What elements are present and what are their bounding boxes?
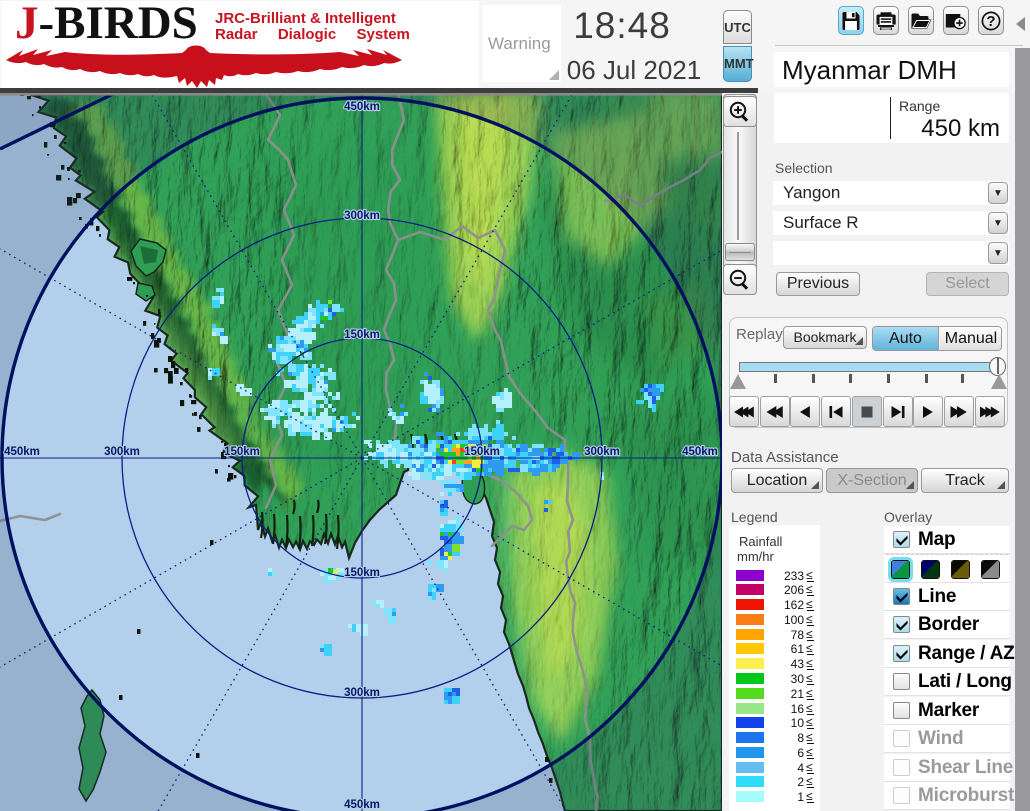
svg-text:300km: 300km [344, 210, 380, 222]
svg-text:150km: 150km [224, 446, 260, 458]
svg-text:150km: 150km [344, 567, 380, 579]
svg-text:300km: 300km [584, 446, 620, 458]
svg-text:150km: 150km [464, 446, 500, 458]
svg-text:450km: 450km [682, 446, 718, 458]
svg-text:?: ? [986, 13, 995, 30]
svg-text:300km: 300km [344, 687, 380, 699]
svg-text:450km: 450km [344, 101, 380, 113]
svg-text:300km: 300km [104, 446, 140, 458]
svg-text:450km: 450km [4, 446, 40, 458]
svg-text:450km: 450km [344, 799, 380, 811]
svg-text:150km: 150km [344, 329, 380, 341]
